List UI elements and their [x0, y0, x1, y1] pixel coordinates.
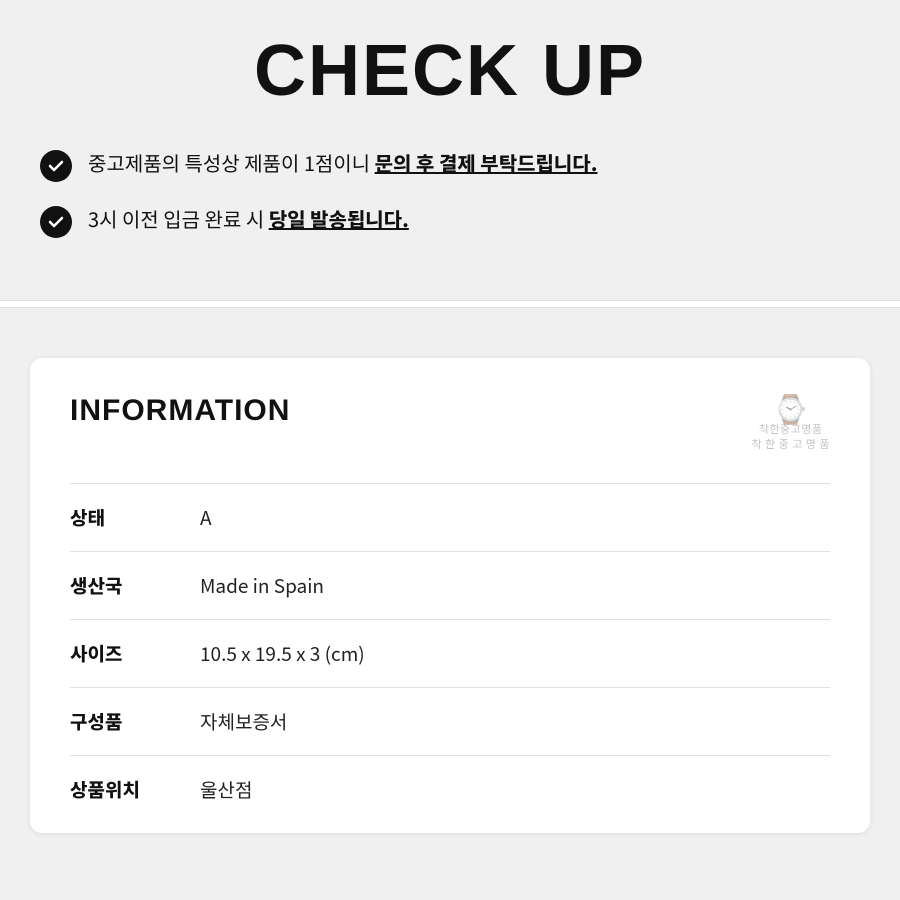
check-highlight-1: 문의 후 결제 부탁드립니다. [375, 148, 598, 177]
info-row-2: 사이즈 10.5 x 19.5 x 3 (cm) [70, 619, 830, 687]
brand-sub-text: 착 한 중 고 명 품 [751, 437, 830, 452]
top-section: CHECK UP 중고제품의 특성상 제품이 1점이니 문의 후 결제 부탁드립… [0, 0, 900, 300]
info-value-0: A [200, 504, 212, 531]
page-title: CHECK UP [40, 30, 860, 112]
watch-icon: ⌚ [773, 394, 808, 422]
spacer [0, 308, 900, 358]
info-value-4: 울산점 [200, 776, 252, 803]
check-text-2: 3시 이전 입금 완료 시 당일 발송됩니다. [88, 204, 409, 234]
check-item-2: 3시 이전 입금 완료 시 당일 발송됩니다. [40, 204, 860, 238]
check-item-1: 중고제품의 특성상 제품이 1점이니 문의 후 결제 부탁드립니다. [40, 148, 860, 182]
info-label-2: 사이즈 [70, 640, 200, 667]
info-value-3: 자체보증서 [200, 708, 287, 735]
information-card: INFORMATION ⌚ 착한중고명품 착 한 중 고 명 품 상태 A 생산… [30, 358, 870, 833]
info-section-title: INFORMATION [70, 394, 290, 428]
info-header: INFORMATION ⌚ 착한중고명품 착 한 중 고 명 품 [70, 394, 830, 453]
info-label-3: 구성품 [70, 708, 200, 735]
section-divider [0, 300, 900, 308]
check-highlight-2: 당일 발송됩니다. [269, 204, 409, 233]
info-label-1: 생산국 [70, 572, 200, 599]
info-row-1: 생산국 Made in Spain [70, 551, 830, 619]
info-row-4: 상품위치 울산점 [70, 755, 830, 823]
info-label-0: 상태 [70, 504, 200, 531]
info-value-2: 10.5 x 19.5 x 3 (cm) [200, 640, 365, 667]
info-value-1: Made in Spain [200, 572, 324, 599]
checkmark-icon-2 [40, 206, 72, 238]
info-row-0: 상태 A [70, 483, 830, 551]
brand-logo: ⌚ 착한중고명품 착 한 중 고 명 품 [751, 394, 830, 453]
info-row-3: 구성품 자체보증서 [70, 687, 830, 755]
info-label-4: 상품위치 [70, 776, 200, 803]
brand-text: 착한중고명품 [759, 422, 823, 437]
check-text-1: 중고제품의 특성상 제품이 1점이니 문의 후 결제 부탁드립니다. [88, 148, 597, 178]
checkmark-icon-1 [40, 150, 72, 182]
